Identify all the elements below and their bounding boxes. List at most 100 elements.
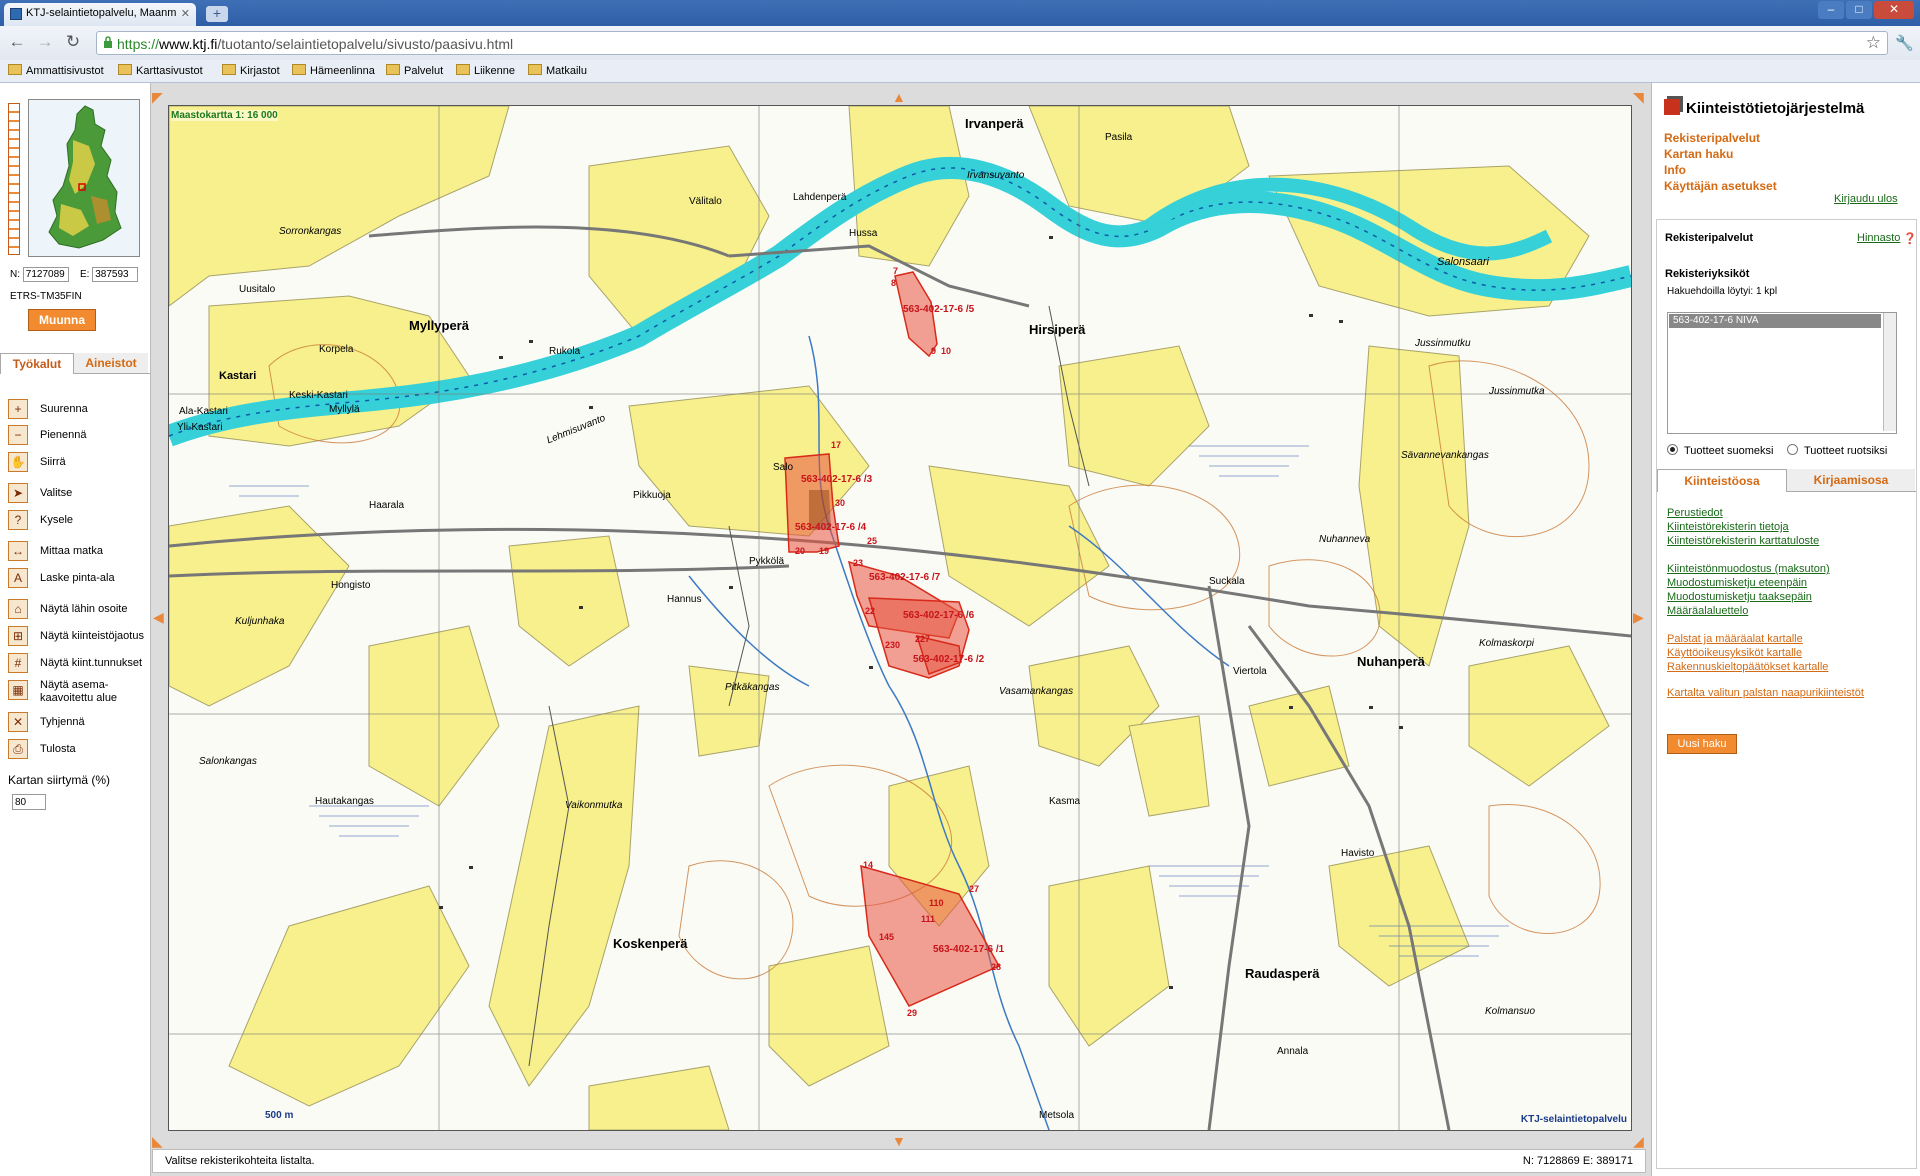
left-panel: N: E: ETRS-TM35FIN Muunna Työkalut Ainei… xyxy=(0,83,151,1176)
link-group-formation: Kiinteistönmuodostus (maksuton) Muodostu… xyxy=(1667,562,1830,618)
ktj-logo-icon xyxy=(1664,99,1680,115)
minimize-icon[interactable]: – xyxy=(1818,1,1844,19)
map-shift-input[interactable] xyxy=(12,794,46,810)
results-listbox[interactable]: 563-402-17-6 NIVA xyxy=(1667,312,1897,434)
pan-northeast-arrow-icon[interactable]: ◥ xyxy=(1633,89,1644,106)
folder-icon xyxy=(118,64,132,75)
pan-southwest-arrow-icon[interactable]: ◣ xyxy=(152,1133,163,1150)
parcel-label[interactable]: 563-402-17-6 /4 xyxy=(795,522,866,533)
forward-icon[interactable]: → xyxy=(34,33,56,53)
results-count: 1 kpl xyxy=(1755,286,1778,297)
convert-button[interactable]: Muunna xyxy=(28,309,96,331)
place-label: Koskenperä xyxy=(613,936,688,951)
boundary-point-label: 25 xyxy=(867,536,878,546)
link-parcels-to-map[interactable]: Palstat ja määräalat kartalle xyxy=(1667,632,1828,646)
place-label: Pikkuoja xyxy=(633,490,671,501)
menu-register-services[interactable]: Rekisteripalvelut xyxy=(1664,131,1760,145)
folder-icon xyxy=(386,64,400,75)
zoom-out-icon: − xyxy=(8,425,28,445)
link-chain-forward[interactable]: Muodostumisketju eteenpäin xyxy=(1667,576,1830,590)
tab-registration-part[interactable]: Kirjaamisosa xyxy=(1787,469,1915,491)
bookmark-folder[interactable]: Liikenne xyxy=(456,64,515,77)
back-icon[interactable]: ← xyxy=(6,33,28,53)
bookmark-star-icon[interactable]: ☆ xyxy=(1866,33,1881,53)
coord-n-input[interactable] xyxy=(22,267,69,282)
logout-link[interactable]: Kirjaudu ulos xyxy=(1834,193,1898,205)
printer-icon: ⎙ xyxy=(8,739,28,759)
price-list-link[interactable]: Hinnasto xyxy=(1857,232,1900,244)
bookmark-folder[interactable]: Matkailu xyxy=(528,64,587,77)
link-parcel-list[interactable]: Määräalaluettelo xyxy=(1667,604,1830,618)
zoom-scale-slider[interactable] xyxy=(8,103,20,255)
maximize-icon[interactable]: □ xyxy=(1846,1,1872,19)
bookmark-folder[interactable]: Kirjastot xyxy=(222,64,280,77)
wrench-icon[interactable]: 🔧 xyxy=(1895,34,1914,52)
menu-info[interactable]: Info xyxy=(1664,163,1686,177)
place-label: Pitkäkangas xyxy=(725,682,780,693)
pan-south-arrow-icon[interactable]: ▼ xyxy=(892,1133,906,1149)
listbox-scrollbar[interactable] xyxy=(1883,313,1896,431)
link-usage-units-to-map[interactable]: Käyttöoikeusyksiköt kartalle xyxy=(1667,646,1828,660)
boundary-point-label: 7 xyxy=(893,266,899,276)
url-protocol: https:// xyxy=(117,36,160,52)
list-item[interactable]: 563-402-17-6 NIVA xyxy=(1669,314,1881,328)
pan-east-arrow-icon[interactable]: ▶ xyxy=(1633,609,1644,626)
zoom-in-icon: + xyxy=(8,399,28,419)
new-search-button[interactable]: Uusi haku xyxy=(1667,734,1737,754)
ruler-icon: ↔ xyxy=(8,541,28,561)
radio-products-swedish[interactable]: Tuotteet ruotsiksi xyxy=(1787,444,1887,457)
parcel-label[interactable]: 563-402-17-6 /2 xyxy=(913,654,984,665)
tab-datasets[interactable]: Aineistot xyxy=(74,353,148,373)
overview-map[interactable] xyxy=(28,99,140,257)
parcel-label[interactable]: 563-402-17-6 /1 xyxy=(933,944,1004,955)
parcel-label[interactable]: 563-402-17-6 /6 xyxy=(903,610,974,621)
boundary-point-label: 111 xyxy=(921,914,936,924)
place-label: Metsola xyxy=(1039,1110,1075,1121)
link-basic-info[interactable]: Perustiedot xyxy=(1667,506,1819,520)
parcel-label[interactable]: 563-402-17-6 /3 xyxy=(801,474,872,485)
zoning-icon: ▦ xyxy=(8,680,28,700)
left-tabs: Työkalut Aineistot xyxy=(0,353,150,374)
place-label: Salo xyxy=(773,462,794,473)
place-label: Suckala xyxy=(1209,576,1245,587)
pan-north-arrow-icon[interactable]: ▲ xyxy=(892,89,906,105)
link-property-formation[interactable]: Kiinteistönmuodostus (maksuton) xyxy=(1667,562,1830,576)
tab-tools[interactable]: Työkalut xyxy=(0,353,74,374)
link-register-data[interactable]: Kiinteistörekisterin tietoja xyxy=(1667,520,1819,534)
bookmark-folder[interactable]: Palvelut xyxy=(386,64,443,77)
link-building-bans-to-map[interactable]: Rakennuskieltopäätökset kartalle xyxy=(1667,660,1828,674)
place-label: Sorronkangas xyxy=(279,226,342,237)
link-register-map-print[interactable]: Kiinteistörekisterin karttatuloste xyxy=(1667,534,1819,548)
pan-northwest-arrow-icon[interactable]: ◤ xyxy=(152,89,163,106)
link-chain-backward[interactable]: Muodostumisketju taaksepäin xyxy=(1667,590,1830,604)
place-label: Jussinmutka xyxy=(1489,386,1545,397)
browser-tab[interactable]: KTJ-selaintietopalvelu, Maanm ✕ xyxy=(4,3,196,26)
address-bar[interactable]: https://www.ktj.fi/tuotanto/selaintietop… xyxy=(96,31,1888,55)
map-canvas[interactable]: Maastokartta 1: 16 000 500 m KTJ-selaint… xyxy=(168,105,1632,1131)
parcel-label[interactable]: 563-402-17-6 /5 xyxy=(903,304,974,315)
pan-southeast-arrow-icon[interactable]: ◢ xyxy=(1633,1133,1644,1150)
close-window-icon[interactable]: ✕ xyxy=(1874,1,1914,19)
bookmark-folder[interactable]: Ammattisivustot xyxy=(8,64,104,77)
place-label: Yli-Kastari xyxy=(177,422,223,433)
bookmark-folder[interactable]: Hämeenlinna xyxy=(292,64,375,77)
coord-e-input[interactable] xyxy=(92,267,139,282)
tab-property-part[interactable]: Kiinteistöosa xyxy=(1657,469,1787,492)
new-tab-button[interactable]: + xyxy=(206,6,228,22)
parcel-label[interactable]: 563-402-17-6 /7 xyxy=(869,572,940,583)
pointer-icon: ➤ xyxy=(8,483,28,503)
menu-map-search[interactable]: Kartan haku xyxy=(1664,147,1733,161)
radio-products-finnish[interactable]: Tuotteet suomeksi xyxy=(1667,444,1773,457)
pan-west-arrow-icon[interactable]: ◀ xyxy=(153,609,164,626)
menu-user-settings[interactable]: Käyttäjän asetukset xyxy=(1664,179,1777,193)
section-title: Rekisteripalvelut xyxy=(1665,232,1754,244)
bookmark-folder[interactable]: Karttasivustot xyxy=(118,64,203,77)
place-label: Hirsiperä xyxy=(1029,322,1086,337)
link-neighbor-properties[interactable]: Kartalta valitun palstan naapurikiinteis… xyxy=(1667,686,1864,700)
boundary-point-label: 9 xyxy=(931,346,937,356)
reload-icon[interactable]: ↻ xyxy=(62,33,84,53)
property-id-icon: # xyxy=(8,653,28,673)
place-label: Välitalo xyxy=(689,196,722,207)
help-icon[interactable]: ❓ xyxy=(1903,232,1917,245)
tab-close-icon[interactable]: ✕ xyxy=(181,7,190,20)
